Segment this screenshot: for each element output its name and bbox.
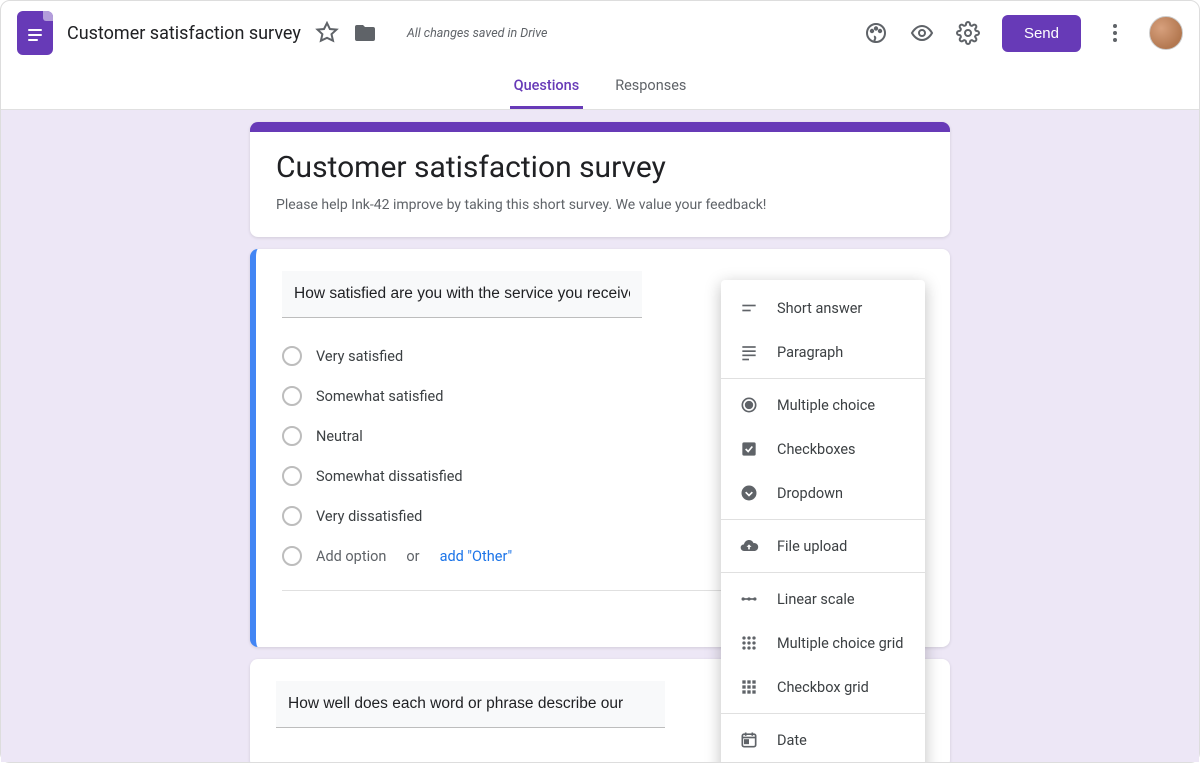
- star-icon[interactable]: [315, 21, 339, 45]
- menu-label: Checkboxes: [777, 441, 856, 458]
- document-title[interactable]: Customer satisfaction survey: [67, 23, 301, 44]
- radio-icon: [282, 466, 302, 486]
- menu-divider: [721, 713, 925, 714]
- option-label[interactable]: Very dissatisfied: [316, 508, 422, 525]
- menu-dropdown[interactable]: Dropdown: [721, 471, 925, 515]
- tab-responses[interactable]: Responses: [611, 65, 690, 109]
- dot-grid-icon: [739, 633, 759, 653]
- palette-icon[interactable]: [864, 21, 888, 45]
- forms-logo-icon[interactable]: [17, 11, 53, 55]
- option-label[interactable]: Somewhat dissatisfied: [316, 468, 463, 485]
- radio-icon: [282, 546, 302, 566]
- menu-paragraph[interactable]: Paragraph: [721, 330, 925, 374]
- menu-file-upload[interactable]: File upload: [721, 524, 925, 568]
- menu-divider: [721, 378, 925, 379]
- paragraph-icon: [739, 342, 759, 362]
- or-separator: or: [406, 548, 419, 565]
- app-header: Customer satisfaction survey All changes…: [1, 1, 1199, 55]
- radio-icon: [282, 386, 302, 406]
- calendar-icon: [739, 730, 759, 750]
- question-text-input[interactable]: [282, 271, 642, 318]
- menu-cb-grid[interactable]: Checkbox grid: [721, 665, 925, 709]
- gear-icon[interactable]: [956, 21, 980, 45]
- menu-short-answer[interactable]: Short answer: [721, 286, 925, 330]
- menu-mc-grid[interactable]: Multiple choice grid: [721, 621, 925, 665]
- option-label[interactable]: Neutral: [316, 428, 363, 445]
- radio-icon: [282, 346, 302, 366]
- dropdown-icon: [739, 483, 759, 503]
- menu-label: Paragraph: [777, 344, 843, 361]
- question-type-menu: Short answer Paragraph Multiple choice C…: [721, 280, 925, 762]
- radio-checked-icon: [739, 395, 759, 415]
- menu-label: Dropdown: [777, 485, 843, 502]
- option-label[interactable]: Very satisfied: [316, 348, 403, 365]
- form-header-card[interactable]: Customer satisfaction survey Please help…: [250, 122, 950, 237]
- add-other-link[interactable]: add "Other": [440, 548, 513, 565]
- option-label[interactable]: Somewhat satisfied: [316, 388, 443, 405]
- cloud-upload-icon: [739, 536, 759, 556]
- send-button[interactable]: Send: [1002, 15, 1081, 52]
- more-vert-icon[interactable]: [1103, 21, 1127, 45]
- menu-label: File upload: [777, 538, 847, 555]
- menu-label: Multiple choice: [777, 397, 875, 414]
- linear-scale-icon: [739, 589, 759, 609]
- menu-label: Multiple choice grid: [777, 635, 903, 652]
- menu-label: Date: [777, 732, 807, 749]
- tab-questions[interactable]: Questions: [510, 65, 584, 109]
- radio-icon: [282, 506, 302, 526]
- radio-icon: [282, 426, 302, 446]
- preview-eye-icon[interactable]: [910, 21, 934, 45]
- save-status-text: All changes saved in Drive: [407, 26, 548, 41]
- square-grid-icon: [739, 677, 759, 697]
- folder-icon[interactable]: [353, 21, 377, 45]
- form-title[interactable]: Customer satisfaction survey: [276, 150, 924, 185]
- menu-label: Checkbox grid: [777, 679, 869, 696]
- form-description[interactable]: Please help Ink-42 improve by taking thi…: [276, 197, 924, 213]
- menu-label: Short answer: [777, 300, 862, 317]
- form-tabs: Questions Responses: [1, 65, 1199, 110]
- menu-checkboxes[interactable]: Checkboxes: [721, 427, 925, 471]
- account-avatar[interactable]: [1149, 16, 1183, 50]
- menu-label: Linear scale: [777, 591, 855, 608]
- question-text-input[interactable]: [276, 681, 665, 728]
- checkbox-icon: [739, 439, 759, 459]
- form-canvas: Customer satisfaction survey Please help…: [1, 110, 1199, 762]
- short-answer-icon: [739, 298, 759, 318]
- add-option-text[interactable]: Add option: [316, 548, 386, 565]
- menu-date[interactable]: Date: [721, 718, 925, 762]
- menu-multiple-choice[interactable]: Multiple choice: [721, 383, 925, 427]
- menu-linear-scale[interactable]: Linear scale: [721, 577, 925, 621]
- menu-divider: [721, 519, 925, 520]
- menu-divider: [721, 572, 925, 573]
